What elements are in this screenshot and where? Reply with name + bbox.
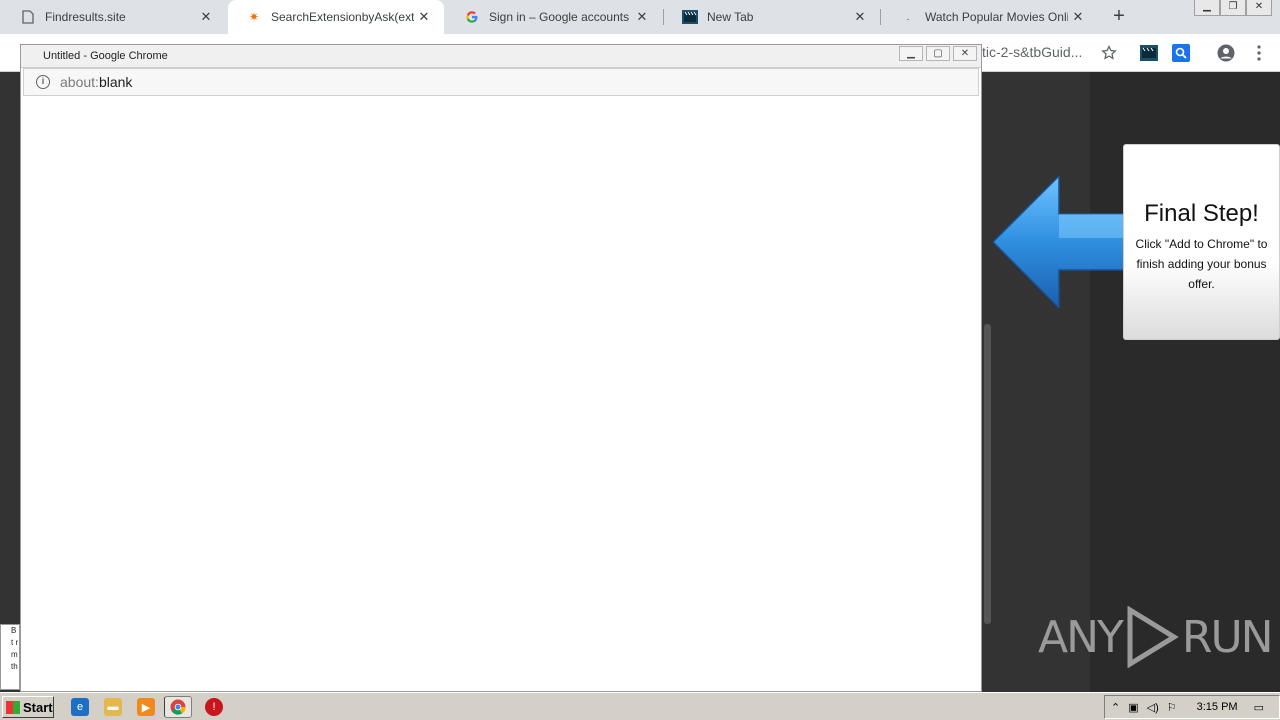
- profile-icon[interactable]: [1216, 43, 1236, 63]
- menu-icon[interactable]: [1249, 43, 1269, 63]
- restore-button[interactable]: ❐: [1220, 0, 1246, 16]
- clock[interactable]: 3:15 PM: [1197, 701, 1238, 713]
- taskbar: Start e ▬ ▶ ! ⌃ ▣ ◁) ⚐ 3:15 PM ▭: [0, 692, 1280, 720]
- dot-icon: .: [906, 11, 910, 23]
- start-button[interactable]: Start: [2, 696, 54, 718]
- tray-expand-icon[interactable]: ⌃: [1111, 701, 1120, 714]
- popup-minimize-button[interactable]: ▁: [899, 46, 923, 61]
- popup-window-controls: ▁ ▢ ✕: [899, 46, 977, 61]
- popup-close-button[interactable]: ✕: [953, 46, 977, 61]
- google-g-icon: [464, 9, 480, 25]
- action-center-flag-icon[interactable]: ⚐: [1167, 701, 1177, 714]
- side-note-snippet: B t r m th: [0, 624, 20, 690]
- network-icon[interactable]: ▣: [1128, 701, 1138, 714]
- popup-address-bar[interactable]: i about: blank: [23, 68, 979, 96]
- close-icon[interactable]: ✕: [1068, 9, 1088, 25]
- show-desktop-icon[interactable]: ▭: [1254, 701, 1264, 714]
- card-title: Final Step!: [1144, 200, 1259, 227]
- anyrun-watermark: ANY RUN: [1038, 606, 1274, 668]
- tab-new-tab[interactable]: New Tab ✕: [664, 0, 880, 34]
- card-text: Click "Add to Chrome" to finish adding y…: [1135, 237, 1268, 291]
- minimize-button[interactable]: ▁: [1194, 0, 1220, 16]
- tab-strip: Findresults.site ✕ ✷ SearchExtensionbyAs…: [0, 0, 1280, 34]
- window-controls: ▁ ❐ ✕: [1194, 0, 1272, 16]
- close-window-button[interactable]: ✕: [1246, 0, 1272, 16]
- volume-icon[interactable]: ◁): [1147, 701, 1159, 714]
- new-tab-button[interactable]: +: [1108, 5, 1130, 27]
- tab-searchextension[interactable]: ✷ SearchExtensionbyAsk(ext) ✕: [228, 0, 444, 34]
- film-icon: [682, 9, 698, 25]
- popup-window: Untitled - Google Chrome ▁ ▢ ✕ i about: b…: [20, 44, 982, 692]
- url-scheme: about:: [60, 74, 99, 90]
- search-extension-icon[interactable]: [1171, 43, 1191, 63]
- popup-maximize-button[interactable]: ▢: [926, 46, 950, 61]
- media-player-icon[interactable]: ▶: [137, 698, 155, 716]
- windows-flag-icon: [6, 700, 20, 714]
- system-tray: ⌃ ▣ ◁) ⚐ 3:15 PM ▭: [1104, 695, 1280, 719]
- popup-titlebar[interactable]: Untitled - Google Chrome ▁ ▢ ✕: [21, 45, 981, 68]
- close-icon[interactable]: ✕: [850, 9, 870, 25]
- popup-blank-content: [21, 96, 981, 688]
- final-step-card: Final Step! Click "Add to Chrome" to fin…: [1123, 144, 1280, 340]
- star-icon[interactable]: [1099, 43, 1119, 63]
- tab-watch-movies[interactable]: . Watch Popular Movies Online | F ✕: [882, 0, 1098, 34]
- tab-google-signin[interactable]: Sign in – Google accounts ✕: [446, 0, 662, 34]
- folder-icon[interactable]: ▬: [104, 698, 122, 716]
- chrome-icon: [170, 699, 186, 715]
- document-icon: [20, 9, 36, 25]
- page-scrollbar[interactable]: [984, 324, 991, 624]
- play-logo-icon: [1127, 606, 1179, 668]
- close-icon[interactable]: ✕: [414, 9, 434, 25]
- opera-icon[interactable]: !: [205, 698, 223, 716]
- tab-divider: [880, 9, 881, 25]
- spark-icon: ✷: [248, 10, 260, 24]
- chrome-task-button[interactable]: [164, 696, 192, 718]
- tab-findresults[interactable]: Findresults.site ✕: [2, 0, 226, 34]
- close-icon[interactable]: ✕: [196, 9, 216, 25]
- info-icon[interactable]: i: [36, 75, 50, 89]
- address-bar-text[interactable]: tic-2-s&tbGuid...: [982, 44, 1082, 60]
- url-path: blank: [98, 74, 133, 90]
- popup-window-title: Untitled - Google Chrome: [43, 50, 168, 62]
- left-arrow-graphic: [993, 176, 1135, 308]
- film-extension-icon[interactable]: [1139, 43, 1159, 63]
- close-icon[interactable]: ✕: [632, 9, 652, 25]
- internet-explorer-icon[interactable]: e: [71, 698, 89, 716]
